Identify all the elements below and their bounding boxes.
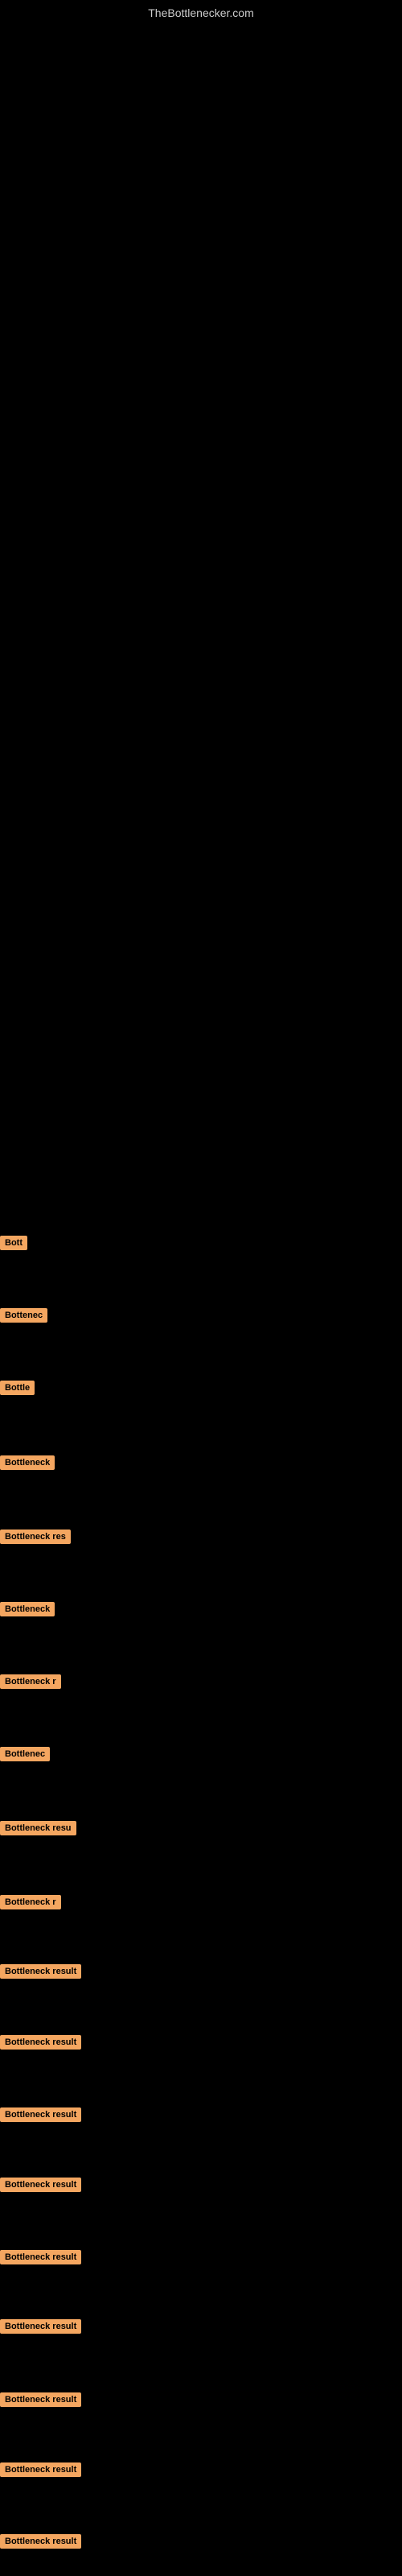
bottleneck-result-label: Bottenec	[0, 1308, 47, 1323]
bottleneck-result-label: Bottleneck result	[0, 2462, 81, 2477]
bottleneck-result-label: Bottleneck result	[0, 2392, 81, 2407]
bottleneck-result-label: Bottleneck result	[0, 2178, 81, 2192]
bottleneck-result-label: Bottleneck result	[0, 2250, 81, 2264]
bottleneck-result-label: Bottleneck result	[0, 2534, 81, 2549]
bottleneck-result-label: Bottleneck r	[0, 1674, 61, 1689]
site-title: TheBottlenecker.com	[0, 0, 402, 19]
bottleneck-result-label: Bottlenec	[0, 1747, 50, 1761]
bottleneck-result-label: Bott	[0, 1236, 27, 1250]
bottleneck-result-label: Bottleneck result	[0, 2035, 81, 2050]
bottleneck-result-label: Bottle	[0, 1381, 35, 1395]
bottleneck-result-label: Bottleneck resu	[0, 1821, 76, 1835]
bottleneck-result-label: Bottleneck res	[0, 1530, 71, 1544]
bottleneck-result-label: Bottleneck result	[0, 1964, 81, 1979]
bottleneck-result-label: Bottleneck result	[0, 2319, 81, 2334]
bottleneck-result-label: Bottleneck result	[0, 2107, 81, 2122]
bottleneck-result-label: Bottleneck	[0, 1455, 55, 1470]
bottleneck-result-label: Bottleneck r	[0, 1895, 61, 1909]
bottleneck-result-label: Bottleneck	[0, 1602, 55, 1616]
